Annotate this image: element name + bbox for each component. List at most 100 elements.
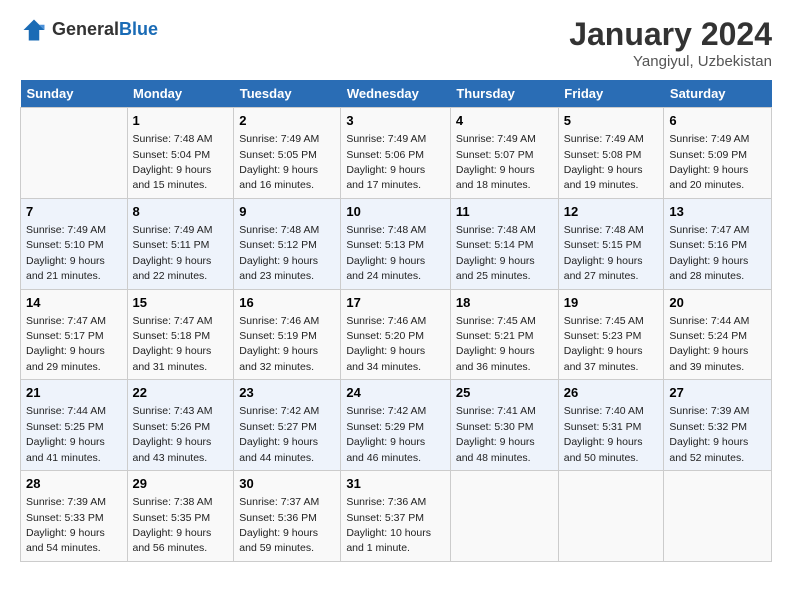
cell-content: Sunrise: 7:43 AMSunset: 5:26 PMDaylight:… (133, 405, 213, 463)
calendar-cell: 28Sunrise: 7:39 AMSunset: 5:33 PMDayligh… (21, 471, 128, 562)
day-number: 15 (133, 294, 229, 312)
logo-general: GeneralBlue (52, 20, 158, 40)
calendar-cell: 20 Sunrise: 7:44 AMSunset: 5:24 PMDayligh… (664, 289, 772, 380)
day-number: 3 (346, 112, 445, 130)
calendar-cell: 21Sunrise: 7:44 AMSunset: 5:25 PMDayligh… (21, 380, 128, 471)
day-number: 4 (456, 112, 553, 130)
calendar-cell: 29 Sunrise: 7:38 AMSunset: 5:35 PMDayligh… (127, 471, 234, 562)
calendar-cell: 12Sunrise: 7:48 AMSunset: 5:15 PMDayligh… (558, 198, 664, 289)
day-number: 27 (669, 384, 766, 402)
cell-content: Sunrise: 7:44 AMSunset: 5:25 PMDaylight:… (26, 405, 106, 463)
calendar-cell: 15 Sunrise: 7:47 AMSunset: 5:18 PMDayligh… (127, 289, 234, 380)
cell-content: Sunrise: 7:49 AMSunset: 5:07 PMDaylight:… (456, 133, 536, 191)
day-number: 5 (564, 112, 659, 130)
calendar-week-4: 21Sunrise: 7:44 AMSunset: 5:25 PMDayligh… (21, 380, 772, 471)
cell-content: Sunrise: 7:45 AMSunset: 5:21 PMDaylight:… (456, 315, 536, 373)
calendar-cell: 22 Sunrise: 7:43 AMSunset: 5:26 PMDayligh… (127, 380, 234, 471)
logo-icon (20, 16, 48, 44)
calendar-week-5: 28Sunrise: 7:39 AMSunset: 5:33 PMDayligh… (21, 471, 772, 562)
calendar-cell: 3 Sunrise: 7:49 AMSunset: 5:06 PMDaylight… (341, 108, 451, 199)
day-number: 7 (26, 203, 122, 221)
cell-content: Sunrise: 7:41 AMSunset: 5:30 PMDaylight:… (456, 405, 536, 463)
calendar-table: SundayMondayTuesdayWednesdayThursdayFrid… (20, 80, 772, 562)
day-number: 22 (133, 384, 229, 402)
cell-content: Sunrise: 7:49 AMSunset: 5:05 PMDaylight:… (239, 133, 319, 191)
cell-content: Sunrise: 7:49 AMSunset: 5:08 PMDaylight:… (564, 133, 644, 191)
calendar-cell: 7 Sunrise: 7:49 AMSunset: 5:10 PMDaylight… (21, 198, 128, 289)
calendar-cell (21, 108, 128, 199)
cell-content: Sunrise: 7:47 AMSunset: 5:18 PMDaylight:… (133, 315, 213, 373)
header-cell-sunday: Sunday (21, 80, 128, 108)
cell-content: Sunrise: 7:46 AMSunset: 5:19 PMDaylight:… (239, 315, 319, 373)
calendar-cell: 16Sunrise: 7:46 AMSunset: 5:19 PMDayligh… (234, 289, 341, 380)
header-cell-friday: Friday (558, 80, 664, 108)
cell-content: Sunrise: 7:36 AMSunset: 5:37 PMDaylight:… (346, 496, 431, 554)
cell-content: Sunrise: 7:48 AMSunset: 5:15 PMDaylight:… (564, 224, 644, 282)
cell-content: Sunrise: 7:38 AMSunset: 5:35 PMDaylight:… (133, 496, 213, 554)
day-number: 19 (564, 294, 659, 312)
day-number: 24 (346, 384, 445, 402)
day-number: 30 (239, 475, 335, 493)
calendar-cell (450, 471, 558, 562)
cell-content: Sunrise: 7:49 AMSunset: 5:09 PMDaylight:… (669, 133, 749, 191)
cell-content: Sunrise: 7:44 AMSunset: 5:24 PMDaylight:… (669, 315, 749, 373)
day-number: 25 (456, 384, 553, 402)
calendar-week-2: 7 Sunrise: 7:49 AMSunset: 5:10 PMDaylight… (21, 198, 772, 289)
cell-content: Sunrise: 7:39 AMSunset: 5:32 PMDaylight:… (669, 405, 749, 463)
calendar-cell: 27 Sunrise: 7:39 AMSunset: 5:32 PMDayligh… (664, 380, 772, 471)
calendar-cell: 4 Sunrise: 7:49 AMSunset: 5:07 PMDaylight… (450, 108, 558, 199)
calendar-cell (558, 471, 664, 562)
cell-content: Sunrise: 7:46 AMSunset: 5:20 PMDaylight:… (346, 315, 426, 373)
calendar-cell: 14 Sunrise: 7:47 AMSunset: 5:17 PMDayligh… (21, 289, 128, 380)
day-number: 8 (133, 203, 229, 221)
calendar-cell: 26Sunrise: 7:40 AMSunset: 5:31 PMDayligh… (558, 380, 664, 471)
day-number: 26 (564, 384, 659, 402)
calendar-cell: 13 Sunrise: 7:47 AMSunset: 5:16 PMDayligh… (664, 198, 772, 289)
calendar-cell: 24Sunrise: 7:42 AMSunset: 5:29 PMDayligh… (341, 380, 451, 471)
calendar-cell: 10Sunrise: 7:48 AMSunset: 5:13 PMDayligh… (341, 198, 451, 289)
cell-content: Sunrise: 7:48 AMSunset: 5:13 PMDaylight:… (346, 224, 426, 282)
calendar-cell: 23 Sunrise: 7:42 AMSunset: 5:27 PMDayligh… (234, 380, 341, 471)
calendar-cell (664, 471, 772, 562)
day-number: 20 (669, 294, 766, 312)
day-number: 31 (346, 475, 445, 493)
calendar-cell: 30Sunrise: 7:37 AMSunset: 5:36 PMDayligh… (234, 471, 341, 562)
cell-content: Sunrise: 7:48 AMSunset: 5:04 PMDaylight:… (133, 133, 213, 191)
calendar-cell: 6Sunrise: 7:49 AMSunset: 5:09 PMDaylight… (664, 108, 772, 199)
cell-content: Sunrise: 7:47 AMSunset: 5:16 PMDaylight:… (669, 224, 749, 282)
calendar-header-row: SundayMondayTuesdayWednesdayThursdayFrid… (21, 80, 772, 108)
calendar-cell: 5 Sunrise: 7:49 AMSunset: 5:08 PMDaylight… (558, 108, 664, 199)
cell-content: Sunrise: 7:49 AMSunset: 5:11 PMDaylight:… (133, 224, 213, 282)
calendar-cell: 19Sunrise: 7:45 AMSunset: 5:23 PMDayligh… (558, 289, 664, 380)
calendar-cell: 11Sunrise: 7:48 AMSunset: 5:14 PMDayligh… (450, 198, 558, 289)
calendar-cell: 9 Sunrise: 7:48 AMSunset: 5:12 PMDaylight… (234, 198, 341, 289)
cell-content: Sunrise: 7:49 AMSunset: 5:10 PMDaylight:… (26, 224, 106, 282)
calendar-cell: 25 Sunrise: 7:41 AMSunset: 5:30 PMDayligh… (450, 380, 558, 471)
day-number: 14 (26, 294, 122, 312)
day-number: 11 (456, 203, 553, 221)
calendar-week-1: 1 Sunrise: 7:48 AMSunset: 5:04 PMDaylight… (21, 108, 772, 199)
day-number: 9 (239, 203, 335, 221)
calendar-cell: 17 Sunrise: 7:46 AMSunset: 5:20 PMDayligh… (341, 289, 451, 380)
day-number: 2 (239, 112, 335, 130)
cell-content: Sunrise: 7:47 AMSunset: 5:17 PMDaylight:… (26, 315, 106, 373)
day-number: 17 (346, 294, 445, 312)
cell-content: Sunrise: 7:39 AMSunset: 5:33 PMDaylight:… (26, 496, 106, 554)
header-cell-tuesday: Tuesday (234, 80, 341, 108)
cell-content: Sunrise: 7:48 AMSunset: 5:12 PMDaylight:… (239, 224, 319, 282)
calendar-week-3: 14 Sunrise: 7:47 AMSunset: 5:17 PMDayligh… (21, 289, 772, 380)
calendar-cell: 18Sunrise: 7:45 AMSunset: 5:21 PMDayligh… (450, 289, 558, 380)
header-cell-saturday: Saturday (664, 80, 772, 108)
header-cell-monday: Monday (127, 80, 234, 108)
cell-content: Sunrise: 7:42 AMSunset: 5:27 PMDaylight:… (239, 405, 319, 463)
page-subtitle: Yangiyul, Uzbekistan (569, 53, 772, 70)
day-number: 23 (239, 384, 335, 402)
cell-content: Sunrise: 7:49 AMSunset: 5:06 PMDaylight:… (346, 133, 426, 191)
day-number: 13 (669, 203, 766, 221)
day-number: 1 (133, 112, 229, 130)
header-cell-wednesday: Wednesday (341, 80, 451, 108)
calendar-body: 1 Sunrise: 7:48 AMSunset: 5:04 PMDaylight… (21, 108, 772, 562)
day-number: 29 (133, 475, 229, 493)
page-header: GeneralBlue January 2024 Yangiyul, Uzbek… (20, 16, 772, 70)
calendar-cell: 1 Sunrise: 7:48 AMSunset: 5:04 PMDaylight… (127, 108, 234, 199)
